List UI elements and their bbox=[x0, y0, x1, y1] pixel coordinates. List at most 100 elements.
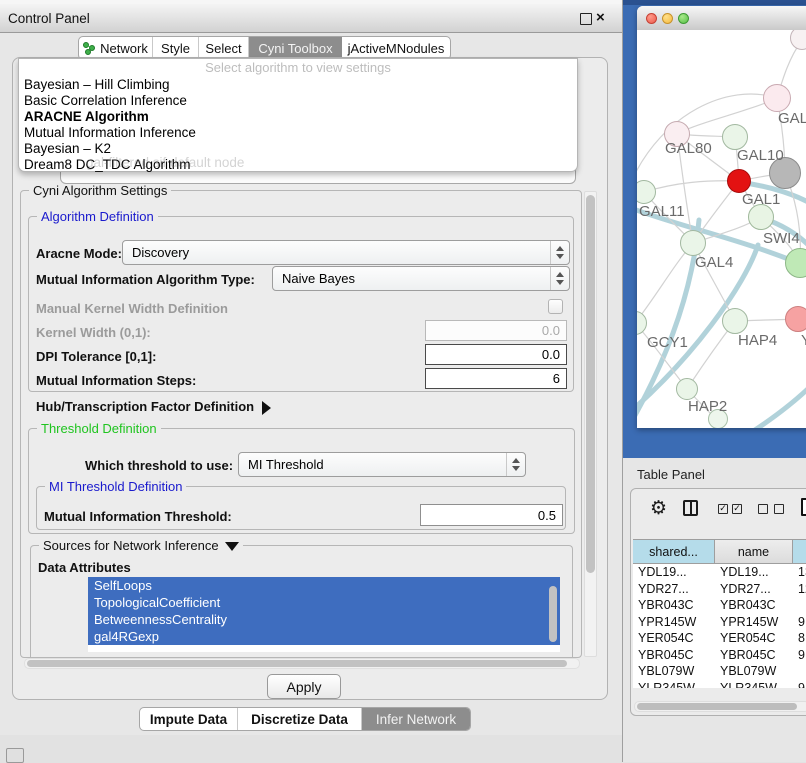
list-item[interactable]: BetweennessCentrality bbox=[88, 611, 560, 628]
dropdown-item[interactable]: Dream8 DC_TDC Algorithm bbox=[19, 157, 577, 173]
table-row[interactable]: YBL079WYBL079W bbox=[633, 663, 806, 680]
tab-select[interactable]: Select bbox=[199, 37, 249, 59]
table-panel-title: Table Panel bbox=[637, 467, 705, 482]
node-gal10[interactable] bbox=[722, 124, 748, 150]
cyni-subtabs: Impute Data Discretize Data Infer Networ… bbox=[139, 707, 471, 731]
kernel-width-label: Kernel Width (0,1): bbox=[36, 325, 151, 340]
mi-type-combo[interactable]: Naive Bayes bbox=[272, 266, 570, 291]
checkbox-checked-icon[interactable]: ✓ bbox=[732, 504, 742, 514]
node-gal80[interactable] bbox=[664, 121, 690, 147]
dpi-tolerance-label: DPI Tolerance [0,1]: bbox=[36, 349, 156, 364]
network-window-titlebar[interactable] bbox=[637, 6, 806, 31]
column-header-name[interactable]: name bbox=[715, 540, 793, 563]
combo-spinner-icon[interactable] bbox=[550, 267, 569, 290]
tab-infer-network[interactable]: Infer Network bbox=[362, 708, 470, 730]
dpi-tolerance-input[interactable]: 0.0 bbox=[425, 344, 567, 365]
mi-steps-input[interactable]: 6 bbox=[425, 368, 567, 389]
threshold-definition-label: Threshold Definition bbox=[37, 421, 161, 436]
node-gray[interactable] bbox=[769, 157, 801, 189]
kernel-width-input[interactable]: 0.0 bbox=[425, 320, 567, 341]
close-traffic-light-icon[interactable] bbox=[646, 13, 657, 24]
which-threshold-combo[interactable]: MI Threshold bbox=[238, 452, 526, 477]
mi-threshold-label: Mutual Information Threshold: bbox=[44, 509, 232, 524]
table-row[interactable]: YPR145WYPR145W9. bbox=[633, 614, 806, 631]
dropdown-item[interactable]: Basic Correlation Inference bbox=[19, 93, 577, 109]
mi-steps-label: Mutual Information Steps: bbox=[36, 373, 196, 388]
tab-network[interactable]: Network bbox=[79, 37, 153, 59]
aracne-mode-combo[interactable]: Discovery bbox=[122, 240, 570, 265]
zoom-traffic-light-icon[interactable] bbox=[678, 13, 689, 24]
float-window-icon[interactable] bbox=[580, 13, 592, 25]
cyni-algorithm-settings-label: Cyni Algorithm Settings bbox=[29, 183, 171, 198]
data-attributes-list[interactable]: SelfLoops TopologicalCoefficient Between… bbox=[88, 577, 560, 652]
table-row[interactable]: YDR27...YDR27...12 bbox=[633, 581, 806, 598]
node-swi4-small[interactable] bbox=[748, 204, 774, 230]
settings-vscroll-thumb[interactable] bbox=[586, 195, 595, 573]
algorithm-dropdown[interactable]: Select algorithm to view settings Bayesi… bbox=[18, 58, 578, 172]
manual-kernel-label: Manual Kernel Width Definition bbox=[36, 301, 228, 316]
table-row[interactable]: YLR345WYLR345W9. bbox=[633, 680, 806, 689]
dropdown-item[interactable]: Bayesian – Hill Climbing bbox=[19, 77, 577, 93]
tab-style[interactable]: Style bbox=[153, 37, 199, 59]
tab-cyni-toolbox[interactable]: Cyni Toolbox bbox=[249, 37, 342, 59]
column-header-cut[interactable] bbox=[793, 540, 806, 563]
tab-jactivemnodules[interactable]: jActiveMNodules bbox=[342, 37, 450, 59]
dropdown-placeholder: Select algorithm to view settings bbox=[19, 59, 577, 77]
table-row[interactable]: YDL19...YDL19...13 bbox=[633, 564, 806, 581]
table-horizontal-scrollbar[interactable] bbox=[634, 701, 806, 712]
tab-impute-data[interactable]: Impute Data bbox=[140, 708, 238, 730]
node-gal7[interactable] bbox=[763, 84, 791, 112]
network-view-window[interactable]: GAL GAL80 GAL10 GAL1 GAL11 SWI4 GAL4 GCY… bbox=[637, 6, 806, 428]
node-hap4[interactable] bbox=[722, 308, 748, 334]
algorithm-definition-label: Algorithm Definition bbox=[37, 209, 158, 224]
document-icon[interactable] bbox=[801, 498, 806, 516]
control-panel-titlebar: Control Panel × bbox=[0, 4, 622, 33]
tab-discretize-data[interactable]: Discretize Data bbox=[238, 708, 362, 730]
node-gal1-red[interactable] bbox=[727, 169, 751, 193]
column-header-shared-name[interactable]: shared... bbox=[633, 540, 715, 563]
table-row[interactable]: YBR043CYBR043C bbox=[633, 597, 806, 614]
dropdown-item-selected[interactable]: ARACNE Algorithm bbox=[19, 109, 577, 125]
table-header-row: shared... name bbox=[633, 540, 806, 564]
manual-kernel-checkbox[interactable] bbox=[548, 299, 563, 314]
table-row[interactable]: YER054CYER054C8. bbox=[633, 630, 806, 647]
control-panel-window: Control Panel × Network Style Select Cyn… bbox=[0, 0, 622, 735]
dropdown-item[interactable]: Bayesian – K2 bbox=[19, 141, 577, 157]
close-icon[interactable]: × bbox=[596, 9, 605, 26]
node-salmon[interactable] bbox=[785, 306, 806, 332]
table-hscroll-thumb[interactable] bbox=[637, 703, 797, 710]
combo-spinner-icon[interactable] bbox=[550, 241, 569, 264]
mi-threshold-group-label: MI Threshold Definition bbox=[45, 479, 186, 494]
split-columns-icon[interactable] bbox=[683, 500, 698, 516]
checkbox-unchecked-icon[interactable] bbox=[774, 504, 784, 514]
list-item[interactable]: SelfLoops bbox=[88, 577, 560, 594]
expand-right-icon[interactable] bbox=[262, 401, 271, 415]
list-item[interactable]: TopologicalCoefficient bbox=[88, 594, 560, 611]
node-attribute-table[interactable]: shared... name YDL19...YDL19...13 YDR27.… bbox=[633, 539, 806, 688]
settings-hscroll-thumb[interactable] bbox=[27, 660, 567, 667]
settings-vertical-scrollbar[interactable] bbox=[584, 191, 597, 657]
mi-threshold-input[interactable]: 0.5 bbox=[420, 504, 563, 526]
panel-title: Control Panel bbox=[8, 11, 90, 26]
minimize-traffic-light-icon[interactable] bbox=[662, 13, 673, 24]
list-item[interactable]: gal4RGexp bbox=[88, 628, 560, 645]
node-gal4[interactable] bbox=[680, 230, 706, 256]
settings-horizontal-scrollbar[interactable] bbox=[24, 658, 580, 669]
dropdown-item[interactable]: Mutual Information Inference bbox=[19, 125, 577, 141]
table-panel-area: Table Panel ⚙ ✓ ✓ shared... name YDL19..… bbox=[623, 458, 806, 762]
collapse-down-icon[interactable] bbox=[225, 542, 239, 551]
apply-button[interactable]: Apply bbox=[267, 674, 341, 699]
docked-panel-icon[interactable] bbox=[6, 748, 24, 763]
hub-definition-toggle[interactable]: Hub/Transcription Factor Definition bbox=[36, 399, 271, 415]
gear-icon[interactable]: ⚙ bbox=[650, 499, 667, 518]
table-window: ⚙ ✓ ✓ shared... name YDL19...YDL19...13 … bbox=[630, 488, 806, 716]
list-scrollbar-thumb[interactable] bbox=[549, 586, 557, 642]
checkbox-unchecked-icon[interactable] bbox=[758, 504, 768, 514]
sources-group-label[interactable]: Sources for Network Inference bbox=[39, 538, 243, 553]
network-canvas[interactable]: GAL GAL80 GAL10 GAL1 GAL11 SWI4 GAL4 GCY… bbox=[637, 30, 806, 428]
node-unlabeled-bottom[interactable] bbox=[708, 409, 728, 428]
combo-spinner-icon[interactable] bbox=[506, 453, 525, 476]
node-hap2[interactable] bbox=[676, 378, 698, 400]
checkbox-checked-icon[interactable]: ✓ bbox=[718, 504, 728, 514]
table-row[interactable]: YBR045CYBR045C9. bbox=[633, 647, 806, 664]
